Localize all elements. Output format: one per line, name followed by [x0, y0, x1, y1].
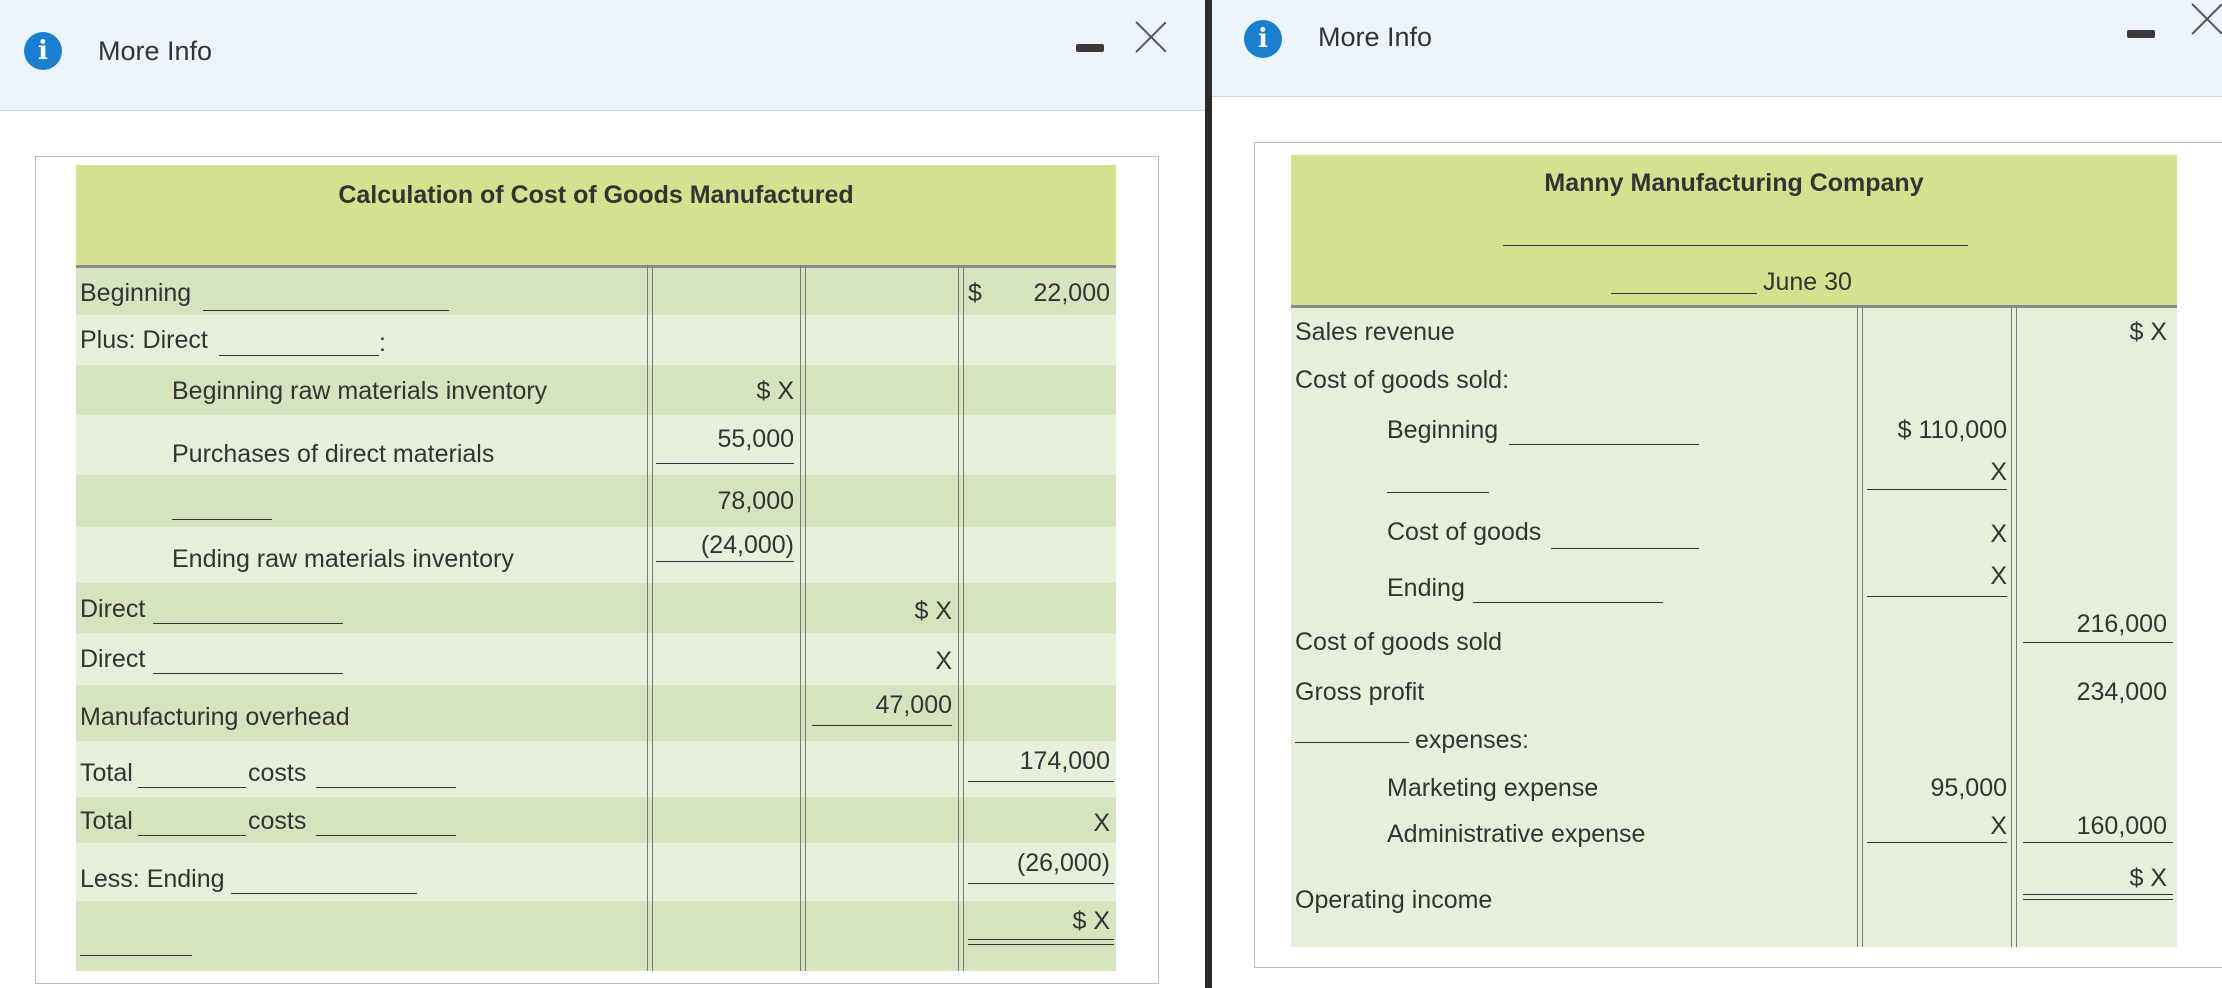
answer-blank[interactable] [153, 673, 343, 674]
answer-blank[interactable] [316, 835, 456, 836]
answer-blank[interactable] [138, 787, 246, 788]
table-row: Cost of goods sold: [1291, 356, 2177, 406]
minimize-icon[interactable] [2127, 30, 2155, 38]
right-more-info-window: i More Info Manny Manufacturing Company … [1212, 0, 2222, 988]
table-row: Beginning $ 22,000 [76, 268, 1116, 315]
period-label: June 30 [1763, 268, 1852, 296]
answer-blank[interactable] [1551, 548, 1699, 549]
table-row: Ending X [1291, 558, 2177, 608]
answer-blank[interactable] [172, 519, 272, 520]
table-row: $ X [76, 901, 1116, 971]
answer-blank[interactable] [219, 355, 379, 356]
table-row: Less: Ending (26,000) [76, 843, 1116, 901]
answer-blank[interactable] [1611, 293, 1757, 294]
table-row: Administrative expense X 160,000 [1291, 808, 2177, 864]
info-icon: i [24, 32, 62, 70]
close-icon[interactable] [1134, 20, 1168, 54]
minimize-icon[interactable] [1076, 44, 1104, 52]
income-statement-table: Manny Manufacturing Company June 30 Sale… [1291, 155, 2177, 947]
table-row: Beginning raw materials inventory $ X [76, 365, 1116, 415]
table-row: Direct $ X [76, 583, 1116, 633]
answer-blank[interactable] [1473, 602, 1663, 603]
window-title: More Info [98, 36, 213, 66]
table-row: Beginning $ 110,000 [1291, 406, 2177, 456]
answer-blank[interactable] [231, 893, 417, 894]
answer-blank[interactable] [316, 787, 456, 788]
table-row: Operating income $ X [1291, 864, 2177, 947]
table-row: Cost of goods X [1291, 512, 2177, 558]
close-icon[interactable] [2190, 2, 2222, 36]
income-statement-frame: Manny Manufacturing Company June 30 Sale… [1254, 142, 2222, 968]
table-header: Manny Manufacturing Company June 30 [1291, 155, 2177, 305]
table-row: Cost of goods sold 216,000 [1291, 608, 2177, 658]
right-title-bar: i More Info [1212, 0, 2222, 97]
answer-blank[interactable] [1387, 492, 1489, 493]
table-row: Total costs 174,000 [76, 741, 1116, 797]
table-row: Manufacturing overhead 47,000 [76, 685, 1116, 741]
left-title-bar: i More Info [0, 0, 1205, 111]
info-icon: i [1244, 20, 1282, 58]
answer-blank[interactable] [1503, 245, 1968, 246]
table-row: Plus: Direct : [76, 315, 1116, 365]
table-header: Calculation of Cost of Goods Manufacture… [76, 165, 1116, 265]
window-divider [1205, 0, 1212, 988]
cogm-table: Calculation of Cost of Goods Manufacture… [76, 165, 1116, 971]
answer-blank[interactable] [1295, 742, 1409, 743]
table-row: X [1291, 456, 2177, 512]
table-row: Purchases of direct materials 55,000 [76, 415, 1116, 475]
table-title: Calculation of Cost of Goods Manufacture… [338, 181, 854, 209]
table-row: Gross profit 234,000 [1291, 658, 2177, 708]
table-row: Total costs X [76, 797, 1116, 843]
window-title: More Info [1318, 22, 1433, 52]
company-name: Manny Manufacturing Company [1544, 169, 1924, 197]
answer-blank[interactable] [153, 623, 343, 624]
answer-blank[interactable] [1509, 444, 1699, 445]
table-row: Direct X [76, 633, 1116, 685]
table-row: Marketing expense 95,000 [1291, 758, 2177, 808]
table-row: Sales revenue $ X [1291, 308, 2177, 356]
answer-blank[interactable] [80, 955, 192, 956]
table-row: 78,000 [76, 475, 1116, 527]
table-row: expenses: [1291, 708, 2177, 758]
answer-blank[interactable] [138, 835, 246, 836]
answer-blank[interactable] [203, 310, 449, 311]
table-row: Ending raw materials inventory (24,000) [76, 527, 1116, 583]
cogm-table-frame: Calculation of Cost of Goods Manufacture… [35, 156, 1159, 984]
left-more-info-window: i More Info Calculation of Cost of Goods… [0, 0, 1205, 988]
